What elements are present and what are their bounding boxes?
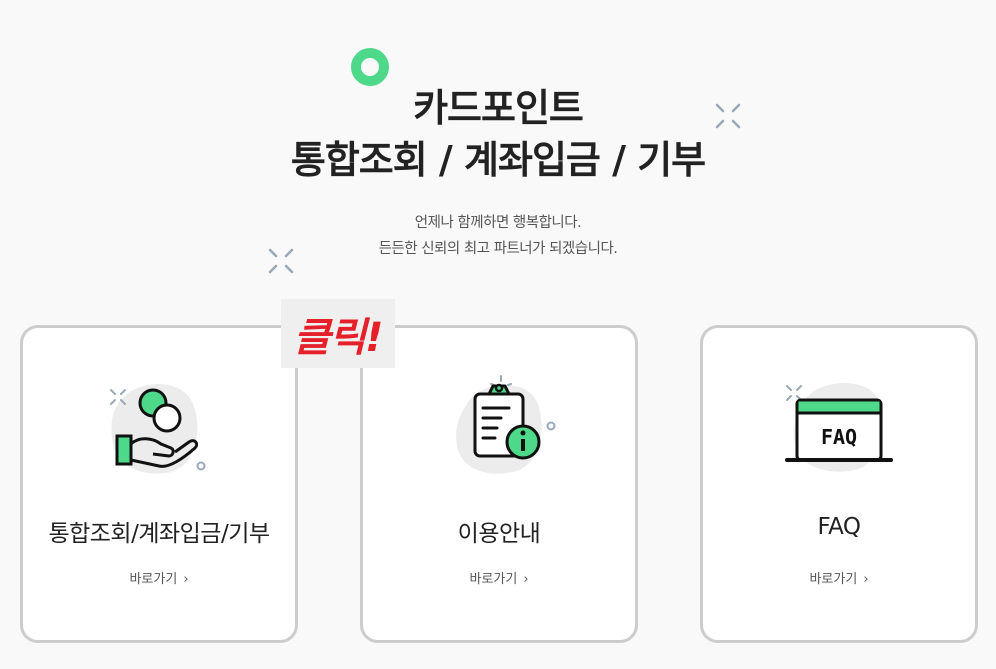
card-faq[interactable]: FAQ FAQ 바로가기 › [700,325,978,643]
chevron-right-icon: › [863,572,869,587]
click-annotation-text: 클릭! [293,314,384,361]
title-line-2: 통합조회 / 계좌입금 / 기부 [290,138,706,182]
shortcut-link-label: 바로가기 [469,572,518,587]
decorative-ring [351,48,389,86]
shortcut-link[interactable]: 바로가기 › [23,568,295,587]
shortcut-link-label: 바로가기 [129,572,178,587]
card-title: FAQ [817,514,861,540]
shortcut-link-label: 바로가기 [809,572,858,587]
card-integrated-inquiry[interactable]: 통합조회/계좌입금/기부 바로가기 › [20,325,298,643]
chevron-right-icon: › [183,572,189,587]
shortcut-link[interactable]: 바로가기 › [703,568,975,587]
shortcut-link[interactable]: 바로가기 › [363,568,635,587]
title-line-1: 카드포인트 [413,86,584,130]
card-title: 통합조회/계좌입금/기부 [48,521,270,547]
faq-icon: FAQ [785,383,893,472]
click-annotation: 클릭! [281,299,395,368]
card-title: 이용안내 [457,521,541,547]
card-usage-guide[interactable]: 이용안내 바로가기 › [360,325,638,643]
clipboard-info-icon [456,375,556,474]
subtitle-line-2: 든든한 신뢰의 최고 파트너가 되겠습니다. [378,241,618,257]
subtitle-line-1: 언제나 함께하면 행복합니다. [414,215,582,231]
faq-icon-text: FAQ [821,425,857,449]
hand-coins-icon [110,384,206,474]
chevron-right-icon: › [523,572,529,587]
page-title: 카드포인트 통합조회 / 계좌입금 / 기부 [0,82,996,186]
page-subtitle: 언제나 함께하면 행복합니다. 든든한 신뢰의 최고 파트너가 되겠습니다. [0,210,996,262]
